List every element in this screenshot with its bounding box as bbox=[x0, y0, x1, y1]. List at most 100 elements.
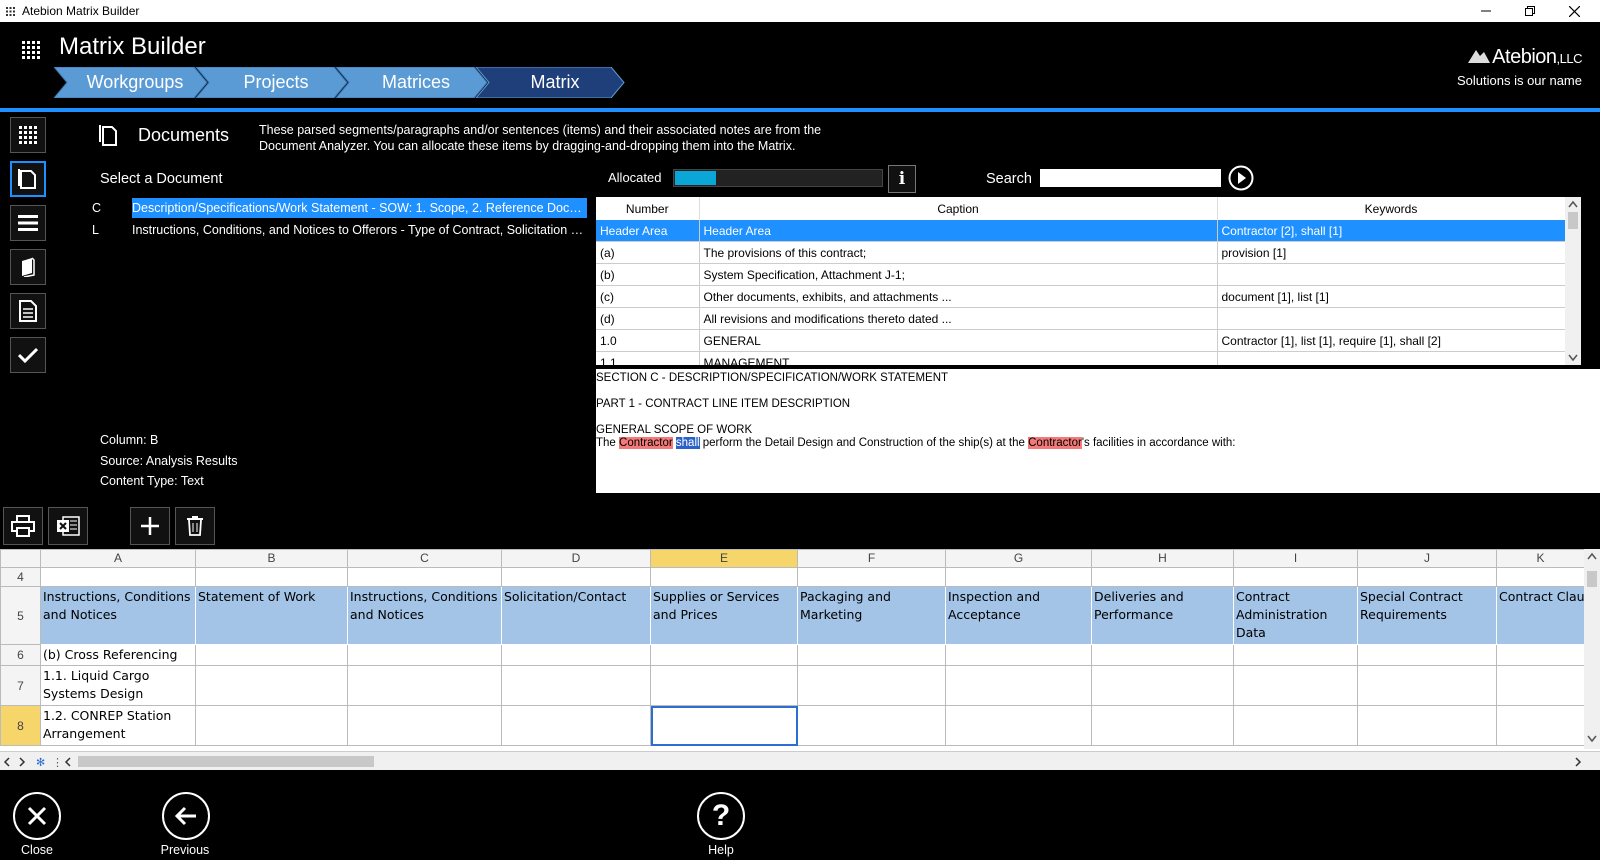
previous-button[interactable] bbox=[162, 792, 210, 840]
matrix-header-cell[interactable]: Statement of Work bbox=[195, 586, 348, 645]
matrix-header-cell[interactable]: Packaging and Marketing bbox=[797, 586, 946, 645]
item-row[interactable]: 1.1 MANAGEMENT. bbox=[596, 351, 1566, 365]
sheet-cell[interactable] bbox=[945, 567, 1092, 587]
column-header-d[interactable]: D bbox=[501, 549, 651, 568]
column-header-i[interactable]: I bbox=[1233, 549, 1358, 568]
sheet-cell[interactable] bbox=[945, 644, 1092, 666]
sheet-cell[interactable] bbox=[1496, 665, 1585, 706]
document-list-item[interactable]: C Description/Specifications/Work Statem… bbox=[88, 198, 590, 218]
sheet-cell[interactable] bbox=[1233, 665, 1358, 706]
sheet-cell[interactable] bbox=[1091, 567, 1234, 587]
sheet-cell[interactable] bbox=[797, 705, 946, 746]
matrix-header-cell[interactable]: Contract Clau bbox=[1496, 586, 1585, 645]
sheet-cell[interactable] bbox=[1496, 705, 1585, 746]
column-header-k[interactable]: K bbox=[1496, 549, 1585, 568]
sheet-cell[interactable] bbox=[1357, 644, 1497, 666]
sheet-cell[interactable] bbox=[195, 665, 348, 706]
sheet-cell[interactable] bbox=[1357, 705, 1497, 746]
search-input[interactable] bbox=[1040, 169, 1221, 187]
sheet-cell[interactable] bbox=[501, 644, 651, 666]
breadcrumb-workgroups[interactable]: Workgroups bbox=[70, 67, 200, 98]
column-header-b[interactable]: B bbox=[195, 549, 348, 568]
documents-button[interactable] bbox=[10, 161, 46, 197]
matrix-header-cell[interactable]: Solicitation/Contact bbox=[501, 586, 651, 645]
matrix-spreadsheet[interactable]: A B C D E F G H I J K 4 5 Instructions, … bbox=[0, 549, 1600, 770]
restore-button[interactable] bbox=[1508, 0, 1552, 22]
help-button[interactable]: ? bbox=[697, 792, 745, 840]
sheet-cell[interactable] bbox=[347, 644, 502, 666]
row-header[interactable]: 7 bbox=[0, 665, 41, 706]
breadcrumb-matrix[interactable]: Matrix bbox=[492, 67, 618, 98]
sheet-cell[interactable] bbox=[797, 644, 946, 666]
row-header[interactable]: 4 bbox=[0, 567, 41, 587]
sheet-cell[interactable] bbox=[501, 567, 651, 587]
sheet-cell[interactable] bbox=[797, 665, 946, 706]
sheet-cell[interactable] bbox=[1233, 644, 1358, 666]
item-row[interactable]: Header Area Header Area Contractor [2], … bbox=[596, 220, 1566, 242]
sheet-cell[interactable] bbox=[945, 705, 1092, 746]
column-header-caption[interactable]: Caption bbox=[699, 197, 1218, 220]
sheet-cell[interactable] bbox=[945, 665, 1092, 706]
item-row[interactable]: (a) The provisions of this contract; pro… bbox=[596, 241, 1566, 264]
add-button[interactable] bbox=[130, 507, 170, 545]
sheet-cell[interactable]: (b) Cross Referencing bbox=[40, 644, 196, 666]
sheet-vertical-scrollbar[interactable] bbox=[1584, 549, 1600, 749]
row-header[interactable]: 5 bbox=[0, 586, 41, 645]
breadcrumb-matrices[interactable]: Matrices bbox=[352, 67, 480, 98]
items-scrollbar[interactable] bbox=[1565, 197, 1581, 365]
sheet-cell[interactable] bbox=[195, 705, 348, 746]
window-close-button[interactable] bbox=[1552, 0, 1596, 22]
column-header-g[interactable]: G bbox=[945, 549, 1092, 568]
sheet-cell[interactable] bbox=[195, 567, 348, 587]
sheet-cell[interactable]: 1.2. CONREP Station Arrangement bbox=[40, 705, 196, 746]
sheet-cell[interactable] bbox=[797, 567, 946, 587]
info-button[interactable]: i bbox=[888, 165, 916, 193]
finish-button[interactable] bbox=[10, 337, 46, 373]
sheet-cell[interactable] bbox=[1091, 705, 1234, 746]
document-list-item[interactable]: L Instructions, Conditions, and Notices … bbox=[88, 220, 590, 240]
app-menu-icon[interactable] bbox=[6, 5, 15, 16]
delete-button[interactable] bbox=[175, 507, 215, 545]
matrix-header-cell[interactable]: Deliveries and Performance bbox=[1091, 586, 1234, 645]
matrix-header-cell[interactable]: Instructions, Conditions and Notices bbox=[40, 586, 196, 645]
column-header-h[interactable]: H bbox=[1091, 549, 1234, 568]
sheet-cell[interactable] bbox=[1496, 644, 1585, 666]
sheet-cell[interactable] bbox=[195, 644, 348, 666]
sheet-cell[interactable] bbox=[1357, 567, 1497, 587]
apps-grid-button[interactable] bbox=[10, 117, 46, 153]
close-button[interactable] bbox=[13, 792, 61, 840]
sheet-cell[interactable] bbox=[1233, 705, 1358, 746]
list-button[interactable] bbox=[10, 205, 46, 241]
column-header-a[interactable]: A bbox=[40, 549, 196, 568]
minimize-button[interactable] bbox=[1464, 0, 1508, 22]
matrix-header-cell[interactable]: Instructions, Conditions and Notices bbox=[347, 586, 502, 645]
column-header-keywords[interactable]: Keywords bbox=[1217, 197, 1566, 220]
sheet-cell[interactable] bbox=[650, 567, 798, 587]
sheet-cell[interactable] bbox=[650, 644, 798, 666]
print-button[interactable] bbox=[3, 507, 43, 545]
sheet-cell[interactable] bbox=[1091, 665, 1234, 706]
item-row[interactable]: (d) All revisions and modifications ther… bbox=[596, 307, 1566, 330]
book-button[interactable] bbox=[10, 249, 46, 285]
sheet-cell[interactable]: 1.1. Liquid Cargo Systems Design bbox=[40, 665, 196, 706]
notes-button[interactable] bbox=[10, 293, 46, 329]
apps-menu-icon[interactable] bbox=[22, 41, 40, 59]
sheet-cell[interactable] bbox=[40, 567, 196, 587]
sheet-cell[interactable] bbox=[1357, 665, 1497, 706]
sheet-cell[interactable] bbox=[1091, 644, 1234, 666]
sheet-cell[interactable] bbox=[501, 705, 651, 746]
sheet-cell[interactable] bbox=[650, 665, 798, 706]
item-row[interactable]: (b) System Specification, Attachment J-1… bbox=[596, 263, 1566, 286]
sheet-cell[interactable] bbox=[347, 705, 502, 746]
select-all-corner[interactable] bbox=[0, 549, 41, 568]
matrix-header-cell[interactable]: Contract Administration Data bbox=[1233, 586, 1358, 645]
item-row[interactable]: 1.0 GENERAL Contractor [1], list [1], re… bbox=[596, 329, 1566, 352]
column-header-j[interactable]: J bbox=[1357, 549, 1497, 568]
breadcrumb-projects[interactable]: Projects bbox=[212, 67, 340, 98]
matrix-header-cell[interactable]: Supplies or Services and Prices bbox=[650, 586, 798, 645]
search-button[interactable] bbox=[1228, 165, 1254, 191]
sheet-cell[interactable] bbox=[1496, 567, 1585, 587]
sheet-horizontal-scrollbar[interactable]: ✻ ⋮ bbox=[0, 751, 1600, 770]
column-header-number[interactable]: Number bbox=[596, 197, 700, 220]
item-row[interactable]: (c) Other documents, exhibits, and attac… bbox=[596, 285, 1566, 308]
